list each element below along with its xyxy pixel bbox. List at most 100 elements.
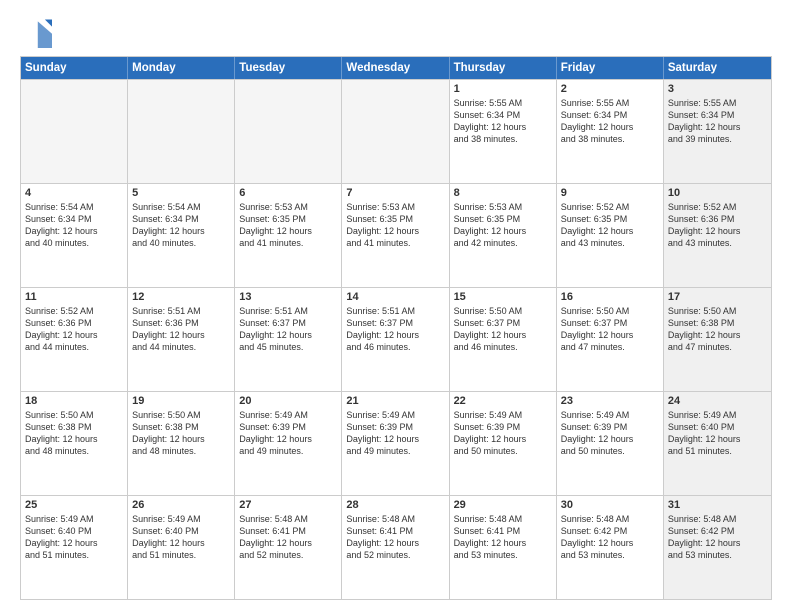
day-number: 18 [25, 395, 123, 407]
cell-info: Sunrise: 5:53 AM Sunset: 6:35 PM Dayligh… [454, 201, 552, 250]
day-number: 2 [561, 83, 659, 95]
cal-header-monday: Monday [128, 57, 235, 79]
cell-info: Sunrise: 5:49 AM Sunset: 6:40 PM Dayligh… [668, 409, 767, 458]
cal-cell-day-4: 4Sunrise: 5:54 AM Sunset: 6:34 PM Daylig… [21, 184, 128, 287]
day-number: 22 [454, 395, 552, 407]
cal-cell-day-17: 17 Sunrise: 5:50 AM Sunset: 6:38 PM Dayli… [664, 288, 771, 391]
cal-cell-day-15: 15 Sunrise: 5:50 AM Sunset: 6:37 PM Dayli… [450, 288, 557, 391]
day-number: 5 [132, 187, 230, 199]
cal-cell-empty [235, 80, 342, 183]
day-number: 3 [668, 83, 767, 95]
cal-cell-day-28: 28Sunrise: 5:48 AM Sunset: 6:41 PM Dayli… [342, 496, 449, 599]
cal-cell-day-11: 11 Sunrise: 5:52 AM Sunset: 6:36 PM Dayli… [21, 288, 128, 391]
cal-cell-empty [21, 80, 128, 183]
day-number: 30 [561, 499, 659, 511]
day-number: 6 [239, 187, 337, 199]
cal-cell-day-12: 12 Sunrise: 5:51 AM Sunset: 6:36 PM Dayli… [128, 288, 235, 391]
cell-info: Sunrise: 5:50 AM Sunset: 6:38 PM Dayligh… [25, 409, 123, 458]
cell-info: Sunrise: 5:51 AM Sunset: 6:37 PM Dayligh… [239, 305, 337, 354]
cal-header-friday: Friday [557, 57, 664, 79]
logo [20, 16, 58, 48]
cal-cell-day-18: 18 Sunrise: 5:50 AM Sunset: 6:38 PM Dayli… [21, 392, 128, 495]
cal-cell-day-1: 1Sunrise: 5:55 AM Sunset: 6:34 PM Daylig… [450, 80, 557, 183]
day-number: 14 [346, 291, 444, 303]
cal-row-4: 25 Sunrise: 5:49 AM Sunset: 6:40 PM Dayli… [21, 495, 771, 599]
day-number: 19 [132, 395, 230, 407]
logo-icon [20, 16, 52, 48]
cell-info: Sunrise: 5:55 AM Sunset: 6:34 PM Dayligh… [561, 97, 659, 146]
cell-info: Sunrise: 5:55 AM Sunset: 6:34 PM Dayligh… [668, 97, 767, 146]
cell-info: Sunrise: 5:50 AM Sunset: 6:38 PM Dayligh… [668, 305, 767, 354]
cell-info: Sunrise: 5:51 AM Sunset: 6:36 PM Dayligh… [132, 305, 230, 354]
day-number: 29 [454, 499, 552, 511]
cell-info: Sunrise: 5:53 AM Sunset: 6:35 PM Dayligh… [239, 201, 337, 250]
cell-info: Sunrise: 5:54 AM Sunset: 6:34 PM Dayligh… [132, 201, 230, 250]
cal-cell-empty [128, 80, 235, 183]
day-number: 15 [454, 291, 552, 303]
cal-cell-day-21: 21 Sunrise: 5:49 AM Sunset: 6:39 PM Dayli… [342, 392, 449, 495]
day-number: 10 [668, 187, 767, 199]
cal-cell-day-20: 20Sunrise: 5:49 AM Sunset: 6:39 PM Dayli… [235, 392, 342, 495]
cal-cell-day-26: 26 Sunrise: 5:49 AM Sunset: 6:40 PM Dayli… [128, 496, 235, 599]
day-number: 7 [346, 187, 444, 199]
day-number: 21 [346, 395, 444, 407]
cal-cell-day-8: 8 Sunrise: 5:53 AM Sunset: 6:35 PM Daylig… [450, 184, 557, 287]
day-number: 23 [561, 395, 659, 407]
cell-info: Sunrise: 5:49 AM Sunset: 6:39 PM Dayligh… [454, 409, 552, 458]
day-number: 16 [561, 291, 659, 303]
day-number: 27 [239, 499, 337, 511]
cell-info: Sunrise: 5:49 AM Sunset: 6:40 PM Dayligh… [132, 513, 230, 562]
day-number: 25 [25, 499, 123, 511]
cal-cell-day-7: 7Sunrise: 5:53 AM Sunset: 6:35 PM Daylig… [342, 184, 449, 287]
cell-info: Sunrise: 5:52 AM Sunset: 6:36 PM Dayligh… [25, 305, 123, 354]
day-number: 20 [239, 395, 337, 407]
cal-cell-day-10: 10 Sunrise: 5:52 AM Sunset: 6:36 PM Dayli… [664, 184, 771, 287]
cell-info: Sunrise: 5:52 AM Sunset: 6:36 PM Dayligh… [668, 201, 767, 250]
day-number: 13 [239, 291, 337, 303]
cell-info: Sunrise: 5:49 AM Sunset: 6:39 PM Dayligh… [346, 409, 444, 458]
cell-info: Sunrise: 5:50 AM Sunset: 6:37 PM Dayligh… [454, 305, 552, 354]
cal-row-3: 18 Sunrise: 5:50 AM Sunset: 6:38 PM Dayli… [21, 391, 771, 495]
cal-cell-day-24: 24 Sunrise: 5:49 AM Sunset: 6:40 PM Dayli… [664, 392, 771, 495]
calendar-body: 1Sunrise: 5:55 AM Sunset: 6:34 PM Daylig… [21, 79, 771, 599]
cell-info: Sunrise: 5:48 AM Sunset: 6:42 PM Dayligh… [668, 513, 767, 562]
header [20, 16, 772, 48]
cell-info: Sunrise: 5:52 AM Sunset: 6:35 PM Dayligh… [561, 201, 659, 250]
cal-cell-day-9: 9 Sunrise: 5:52 AM Sunset: 6:35 PM Daylig… [557, 184, 664, 287]
day-number: 11 [25, 291, 123, 303]
day-number: 12 [132, 291, 230, 303]
day-number: 31 [668, 499, 767, 511]
cal-cell-day-25: 25 Sunrise: 5:49 AM Sunset: 6:40 PM Dayli… [21, 496, 128, 599]
calendar: SundayMondayTuesdayWednesdayThursdayFrid… [20, 56, 772, 600]
cal-row-1: 4 Sunrise: 5:54 AM Sunset: 6:34 PM Daylig… [21, 183, 771, 287]
cal-row-0: 1Sunrise: 5:55 AM Sunset: 6:34 PM Daylig… [21, 79, 771, 183]
cell-info: Sunrise: 5:50 AM Sunset: 6:38 PM Dayligh… [132, 409, 230, 458]
day-number: 8 [454, 187, 552, 199]
day-number: 28 [346, 499, 444, 511]
day-number: 26 [132, 499, 230, 511]
cell-info: Sunrise: 5:48 AM Sunset: 6:42 PM Dayligh… [561, 513, 659, 562]
cell-info: Sunrise: 5:55 AM Sunset: 6:34 PM Dayligh… [454, 97, 552, 146]
cal-cell-day-13: 13 Sunrise: 5:51 AM Sunset: 6:37 PM Dayli… [235, 288, 342, 391]
cal-cell-day-30: 30 Sunrise: 5:48 AM Sunset: 6:42 PM Dayli… [557, 496, 664, 599]
day-number: 9 [561, 187, 659, 199]
cell-info: Sunrise: 5:49 AM Sunset: 6:39 PM Dayligh… [561, 409, 659, 458]
cal-cell-empty [342, 80, 449, 183]
cell-info: Sunrise: 5:48 AM Sunset: 6:41 PM Dayligh… [239, 513, 337, 562]
cal-cell-day-23: 23 Sunrise: 5:49 AM Sunset: 6:39 PM Dayli… [557, 392, 664, 495]
page: SundayMondayTuesdayWednesdayThursdayFrid… [0, 0, 792, 612]
cal-header-thursday: Thursday [450, 57, 557, 79]
day-number: 17 [668, 291, 767, 303]
cal-header-wednesday: Wednesday [342, 57, 449, 79]
cell-info: Sunrise: 5:49 AM Sunset: 6:40 PM Dayligh… [25, 513, 123, 562]
cal-cell-day-6: 6 Sunrise: 5:53 AM Sunset: 6:35 PM Daylig… [235, 184, 342, 287]
cal-header-tuesday: Tuesday [235, 57, 342, 79]
day-number: 4 [25, 187, 123, 199]
day-number: 24 [668, 395, 767, 407]
cal-header-saturday: Saturday [664, 57, 771, 79]
cal-cell-day-22: 22 Sunrise: 5:49 AM Sunset: 6:39 PM Dayli… [450, 392, 557, 495]
calendar-header-row: SundayMondayTuesdayWednesdayThursdayFrid… [21, 57, 771, 79]
cal-cell-day-29: 29Sunrise: 5:48 AM Sunset: 6:41 PM Dayli… [450, 496, 557, 599]
cell-info: Sunrise: 5:51 AM Sunset: 6:37 PM Dayligh… [346, 305, 444, 354]
cal-cell-day-31: 31 Sunrise: 5:48 AM Sunset: 6:42 PM Dayli… [664, 496, 771, 599]
